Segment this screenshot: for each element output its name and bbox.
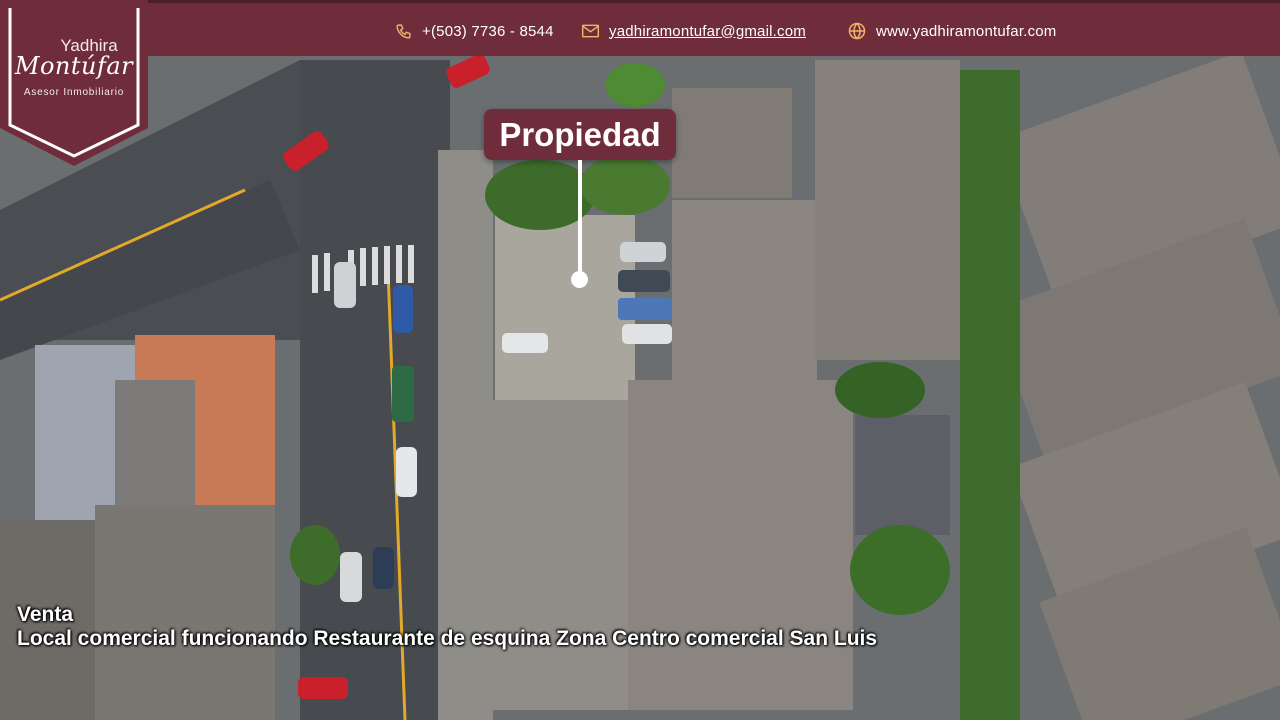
contact-website[interactable]: www.yadhiramontufar.com <box>848 3 1057 59</box>
listing-type: Venta <box>17 603 74 626</box>
email-link[interactable]: yadhiramontufar@gmail.com <box>609 23 806 40</box>
phone-icon <box>395 23 412 40</box>
website-url: www.yadhiramontufar.com <box>876 22 1057 40</box>
property-marker-line <box>578 160 582 274</box>
property-slide: +(503) 7736 - 8544 yadhiramontufar@gmail… <box>0 0 1280 720</box>
listing-caption: Venta Local comercial funcionando Restau… <box>17 603 877 651</box>
contact-phone[interactable]: +(503) 7736 - 8544 <box>395 3 554 59</box>
logo-last-name: Montúfar <box>14 52 134 80</box>
logo-subtitle: Asesor Inmobiliario <box>23 87 125 98</box>
listing-title: Local comercial funcionando Restaurante … <box>17 627 878 650</box>
envelope-icon <box>582 24 599 38</box>
property-marker-dot <box>571 271 588 288</box>
contact-bar: +(503) 7736 - 8544 yadhiramontufar@gmail… <box>0 0 1280 56</box>
brand-logo[interactable]: Yadhira Montúfar Asesor Inmobiliario <box>0 0 148 166</box>
contact-email[interactable]: yadhiramontufar@gmail.com <box>582 3 806 59</box>
logo-badge-shape <box>0 0 148 166</box>
phone-number: +(503) 7736 - 8544 <box>422 22 554 40</box>
globe-icon <box>848 22 866 40</box>
property-marker-label: Propiedad <box>484 109 676 160</box>
